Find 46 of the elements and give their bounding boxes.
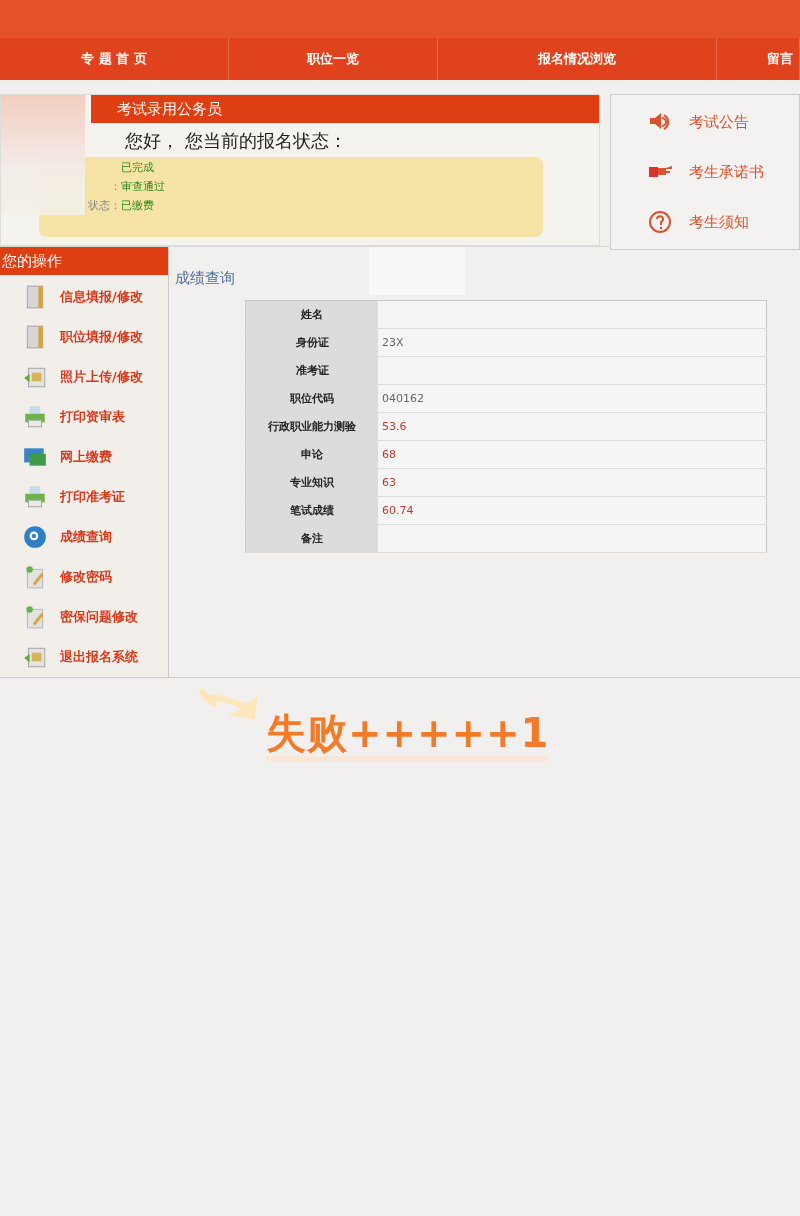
status-value: 已缴费 [121, 198, 154, 214]
status-label: 状态： [87, 198, 121, 214]
sidebar-item[interactable]: 职位填报/修改 [0, 317, 168, 357]
sidebar-title: 您的操作 [0, 247, 168, 275]
panel-title: 考试录用公务员 [91, 95, 599, 123]
sidebar-item[interactable]: 成绩查询 [0, 517, 168, 557]
section-title: 成绩查询 [175, 269, 236, 288]
sidebar-item[interactable]: 网上缴费 [0, 437, 168, 477]
sidebar-item[interactable]: 打印准考证 [0, 477, 168, 517]
status-value: 已完成 [121, 160, 154, 176]
printer-icon [22, 484, 48, 510]
field-label: 准考证 [245, 356, 378, 385]
field-label: 专业知识 [245, 468, 378, 497]
quick-link[interactable]: 考生须知 [647, 210, 799, 234]
score-value: 60.74 [378, 496, 767, 525]
field-label: 行政职业能力测验 [245, 412, 378, 441]
quick-link[interactable]: 考生承诺书 [647, 160, 799, 184]
sidebar-item[interactable]: 信息填报/修改 [0, 277, 168, 317]
status-label: ： [109, 179, 121, 195]
field-label: 笔试成绩 [245, 496, 378, 525]
field-value: 040162 [378, 384, 767, 413]
greeting-text: 您好， 您当前的报名状态： [125, 129, 348, 153]
score-value: 63 [378, 468, 767, 497]
score-value: 68 [378, 440, 767, 469]
field-label: 身份证 [245, 328, 378, 357]
field-value: 23X [378, 328, 767, 357]
field-label: 备注 [245, 524, 378, 553]
field-label: 职位代码 [245, 384, 378, 413]
status-value: 审查通过 [121, 179, 165, 195]
sidebar-item[interactable]: 照片上传/修改 [0, 357, 168, 397]
quick-link[interactable]: 考试公告 [647, 110, 799, 134]
sidebar-item[interactable]: 密保问题修改 [0, 597, 168, 637]
printer-icon [22, 404, 48, 430]
search-icon [22, 524, 48, 550]
score-value: 53.6 [378, 412, 767, 441]
nav-link[interactable]: 专 题 首 页 [0, 38, 229, 80]
question-mark-icon [647, 210, 673, 234]
nav-link[interactable]: 留言 [717, 38, 800, 80]
sidebar-item[interactable]: 打印资审表 [0, 397, 168, 437]
sidebar-item[interactable]: 修改密码 [0, 557, 168, 597]
field-label: 姓名 [245, 300, 378, 329]
sidebar-item[interactable]: 退出报名系统 [0, 637, 168, 677]
field-label: 申论 [245, 440, 378, 469]
annotation-text: 失败+++++1 [266, 710, 550, 761]
nav-link[interactable]: 职位一览 [229, 38, 438, 80]
nav-link[interactable]: 报名情况浏览 [438, 38, 717, 80]
